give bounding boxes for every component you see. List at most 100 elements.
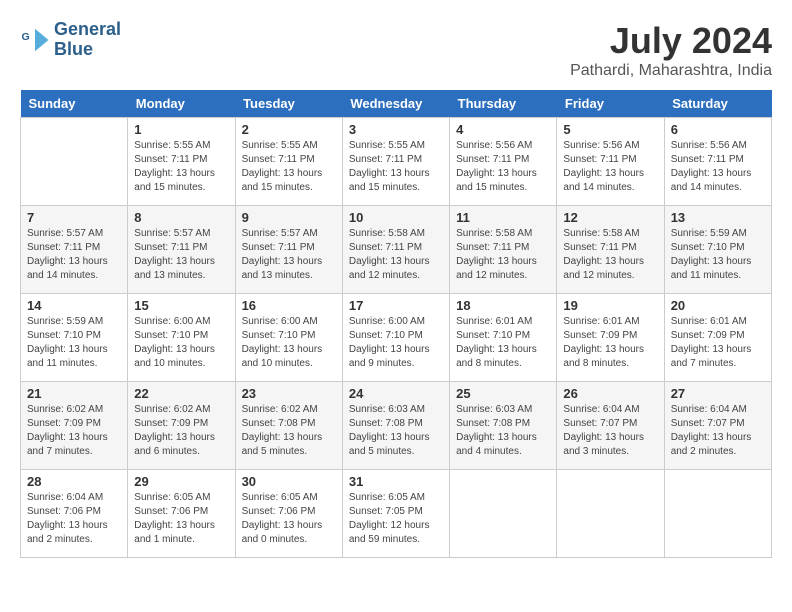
header-thursday: Thursday xyxy=(450,90,557,118)
calendar-cell: 31Sunrise: 6:05 AM Sunset: 7:05 PM Dayli… xyxy=(342,470,449,558)
day-info: Sunrise: 5:58 AM Sunset: 7:11 PM Dayligh… xyxy=(349,227,443,283)
calendar-cell: 19 Sunrise: 6:01 AM Sunset: 7:09 PM Dayli… xyxy=(557,294,664,382)
day-info: Sunrise: 6:02 AM Sunset: 7:08 PM Dayligh… xyxy=(242,403,336,459)
day-number: 13 xyxy=(671,210,765,225)
day-info: Sunrise: 5:57 AM Sunset: 7:11 PM Dayligh… xyxy=(242,227,336,283)
page-header: G General Blue July 2024 Pathardi, Mahar… xyxy=(20,20,772,80)
day-number: 30 xyxy=(242,474,336,489)
day-info: Sunrise: 6:04 AM Sunset: 7:07 PM Dayligh… xyxy=(671,403,765,459)
day-info: Sunrise: 6:00 AM Sunset: 7:10 PM Dayligh… xyxy=(242,315,336,371)
day-number: 12 xyxy=(563,210,657,225)
header-tuesday: Tuesday xyxy=(235,90,342,118)
calendar-cell xyxy=(21,118,128,206)
calendar-cell: 2 Sunrise: 5:55 AM Sunset: 7:11 PM Daylig… xyxy=(235,118,342,206)
day-info: Sunrise: 5:55 AM Sunset: 7:11 PM Dayligh… xyxy=(349,139,443,195)
calendar-cell: 17Sunrise: 6:00 AM Sunset: 7:10 PM Dayli… xyxy=(342,294,449,382)
day-number: 24 xyxy=(349,386,443,401)
day-number: 4 xyxy=(456,122,550,137)
calendar-cell xyxy=(450,470,557,558)
day-number: 2 xyxy=(242,122,336,137)
day-number: 6 xyxy=(671,122,765,137)
day-info: Sunrise: 6:02 AM Sunset: 7:09 PM Dayligh… xyxy=(27,403,121,459)
day-info: Sunrise: 6:05 AM Sunset: 7:05 PM Dayligh… xyxy=(349,491,443,547)
week-row-4: 21Sunrise: 6:02 AM Sunset: 7:09 PM Dayli… xyxy=(21,382,772,470)
week-row-5: 28 Sunrise: 6:04 AM Sunset: 7:06 PM Dayli… xyxy=(21,470,772,558)
calendar-cell: 13 Sunrise: 5:59 AM Sunset: 7:10 PM Dayli… xyxy=(664,206,771,294)
day-number: 26 xyxy=(563,386,657,401)
calendar-header-row: SundayMondayTuesdayWednesdayThursdayFrid… xyxy=(21,90,772,118)
day-number: 16 xyxy=(242,298,336,313)
header-friday: Friday xyxy=(557,90,664,118)
calendar-cell: 23Sunrise: 6:02 AM Sunset: 7:08 PM Dayli… xyxy=(235,382,342,470)
calendar-cell xyxy=(664,470,771,558)
logo: G General Blue xyxy=(20,20,121,60)
day-info: Sunrise: 6:05 AM Sunset: 7:06 PM Dayligh… xyxy=(134,491,228,547)
calendar-cell: 10 Sunrise: 5:58 AM Sunset: 7:11 PM Dayli… xyxy=(342,206,449,294)
day-number: 19 xyxy=(563,298,657,313)
day-number: 7 xyxy=(27,210,121,225)
day-number: 10 xyxy=(349,210,443,225)
day-number: 1 xyxy=(134,122,228,137)
calendar-cell: 20Sunrise: 6:01 AM Sunset: 7:09 PM Dayli… xyxy=(664,294,771,382)
calendar-cell: 14 Sunrise: 5:59 AM Sunset: 7:10 PM Dayli… xyxy=(21,294,128,382)
header-sunday: Sunday xyxy=(21,90,128,118)
day-number: 3 xyxy=(349,122,443,137)
day-info: Sunrise: 6:05 AM Sunset: 7:06 PM Dayligh… xyxy=(242,491,336,547)
calendar-cell: 29Sunrise: 6:05 AM Sunset: 7:06 PM Dayli… xyxy=(128,470,235,558)
day-number: 25 xyxy=(456,386,550,401)
day-info: Sunrise: 6:02 AM Sunset: 7:09 PM Dayligh… xyxy=(134,403,228,459)
calendar-cell: 6 Sunrise: 5:56 AM Sunset: 7:11 PM Daylig… xyxy=(664,118,771,206)
location-title: Pathardi, Maharashtra, India xyxy=(570,62,772,80)
calendar-cell: 5 Sunrise: 5:56 AM Sunset: 7:11 PM Daylig… xyxy=(557,118,664,206)
calendar-cell: 15 Sunrise: 6:00 AM Sunset: 7:10 PM Dayli… xyxy=(128,294,235,382)
calendar-cell: 9 Sunrise: 5:57 AM Sunset: 7:11 PM Daylig… xyxy=(235,206,342,294)
calendar-cell: 21Sunrise: 6:02 AM Sunset: 7:09 PM Dayli… xyxy=(21,382,128,470)
svg-text:G: G xyxy=(22,31,30,43)
calendar-cell: 26 Sunrise: 6:04 AM Sunset: 7:07 PM Dayli… xyxy=(557,382,664,470)
calendar-cell: 16 Sunrise: 6:00 AM Sunset: 7:10 PM Dayli… xyxy=(235,294,342,382)
day-info: Sunrise: 5:58 AM Sunset: 7:11 PM Dayligh… xyxy=(563,227,657,283)
calendar-cell: 28 Sunrise: 6:04 AM Sunset: 7:06 PM Dayli… xyxy=(21,470,128,558)
calendar-cell: 8Sunrise: 5:57 AM Sunset: 7:11 PM Daylig… xyxy=(128,206,235,294)
day-number: 18 xyxy=(456,298,550,313)
calendar-cell: 7Sunrise: 5:57 AM Sunset: 7:11 PM Daylig… xyxy=(21,206,128,294)
day-number: 27 xyxy=(671,386,765,401)
day-info: Sunrise: 6:00 AM Sunset: 7:10 PM Dayligh… xyxy=(134,315,228,371)
day-info: Sunrise: 5:56 AM Sunset: 7:11 PM Dayligh… xyxy=(671,139,765,195)
day-info: Sunrise: 5:56 AM Sunset: 7:11 PM Dayligh… xyxy=(563,139,657,195)
day-number: 9 xyxy=(242,210,336,225)
calendar-cell: 3 Sunrise: 5:55 AM Sunset: 7:11 PM Daylig… xyxy=(342,118,449,206)
day-info: Sunrise: 6:03 AM Sunset: 7:08 PM Dayligh… xyxy=(349,403,443,459)
month-title: July 2024 xyxy=(570,20,772,62)
day-number: 11 xyxy=(456,210,550,225)
day-number: 22 xyxy=(134,386,228,401)
calendar-cell: 18 Sunrise: 6:01 AM Sunset: 7:10 PM Dayli… xyxy=(450,294,557,382)
calendar-cell: 11Sunrise: 5:58 AM Sunset: 7:11 PM Dayli… xyxy=(450,206,557,294)
day-info: Sunrise: 6:01 AM Sunset: 7:09 PM Dayligh… xyxy=(563,315,657,371)
calendar-cell: 22 Sunrise: 6:02 AM Sunset: 7:09 PM Dayli… xyxy=(128,382,235,470)
logo-icon: G xyxy=(20,25,50,55)
week-row-2: 7 Sunrise: 5:57 AM Sunset: 7:11 PM Daylig… xyxy=(21,206,772,294)
day-number: 8 xyxy=(134,210,228,225)
day-info: Sunrise: 6:01 AM Sunset: 7:10 PM Dayligh… xyxy=(456,315,550,371)
day-info: Sunrise: 6:04 AM Sunset: 7:06 PM Dayligh… xyxy=(27,491,121,547)
day-info: Sunrise: 6:01 AM Sunset: 7:09 PM Dayligh… xyxy=(671,315,765,371)
header-saturday: Saturday xyxy=(664,90,771,118)
day-info: Sunrise: 5:55 AM Sunset: 7:11 PM Dayligh… xyxy=(242,139,336,195)
day-info: Sunrise: 5:55 AM Sunset: 7:11 PM Dayligh… xyxy=(134,139,228,195)
calendar-cell: 24 Sunrise: 6:03 AM Sunset: 7:08 PM Dayli… xyxy=(342,382,449,470)
day-number: 14 xyxy=(27,298,121,313)
logo-text: General Blue xyxy=(54,20,121,60)
calendar-table: SundayMondayTuesdayWednesdayThursdayFrid… xyxy=(20,90,772,558)
header-wednesday: Wednesday xyxy=(342,90,449,118)
day-number: 28 xyxy=(27,474,121,489)
day-info: Sunrise: 5:59 AM Sunset: 7:10 PM Dayligh… xyxy=(27,315,121,371)
day-number: 5 xyxy=(563,122,657,137)
day-info: Sunrise: 6:04 AM Sunset: 7:07 PM Dayligh… xyxy=(563,403,657,459)
calendar-cell: 1 Sunrise: 5:55 AM Sunset: 7:11 PM Daylig… xyxy=(128,118,235,206)
day-info: Sunrise: 5:59 AM Sunset: 7:10 PM Dayligh… xyxy=(671,227,765,283)
week-row-3: 14 Sunrise: 5:59 AM Sunset: 7:10 PM Dayli… xyxy=(21,294,772,382)
calendar-cell: 25Sunrise: 6:03 AM Sunset: 7:08 PM Dayli… xyxy=(450,382,557,470)
calendar-cell: 4Sunrise: 5:56 AM Sunset: 7:11 PM Daylig… xyxy=(450,118,557,206)
day-number: 15 xyxy=(134,298,228,313)
